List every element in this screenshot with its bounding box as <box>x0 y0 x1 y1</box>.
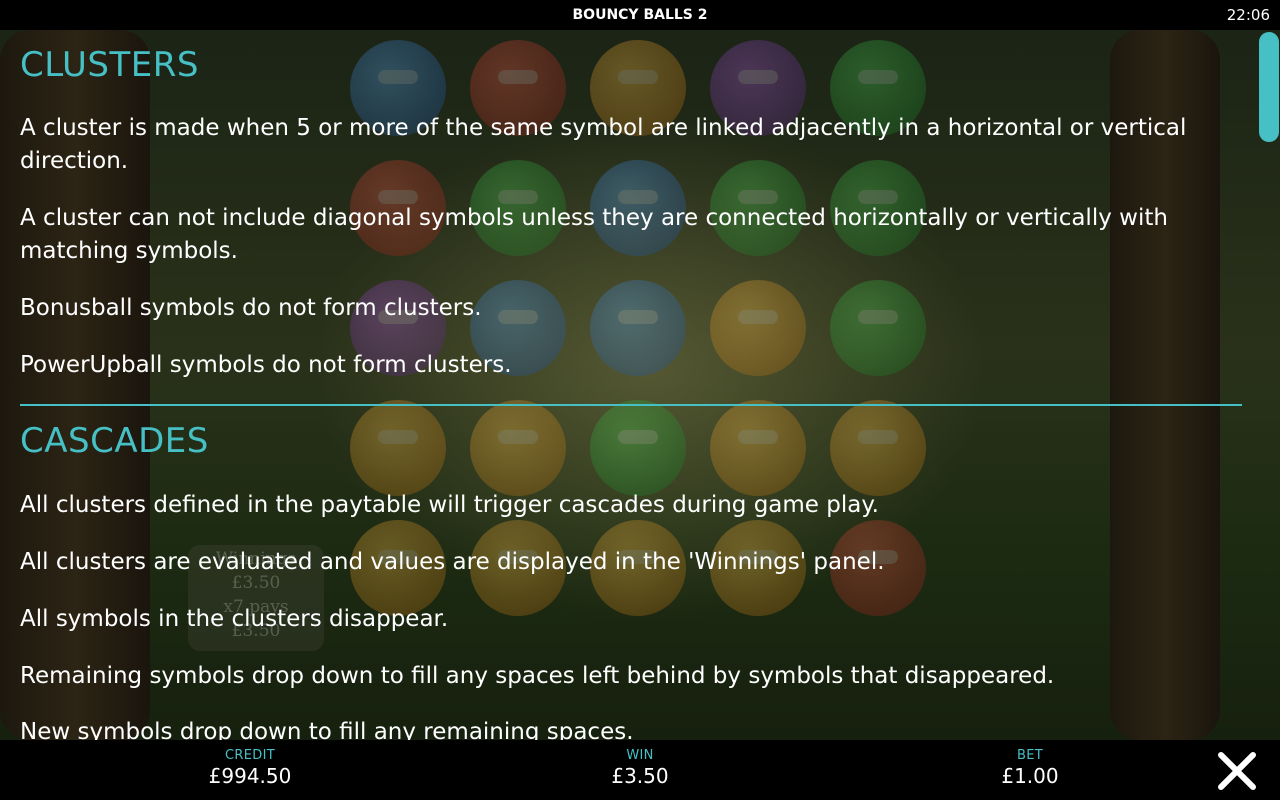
clock: 22:06 <box>1226 6 1270 24</box>
game-title: BOUNCY BALLS 2 <box>572 7 708 23</box>
cascades-paragraph: All clusters defined in the paytable wil… <box>20 492 879 518</box>
bottom-bar: CREDIT £994.50 WIN £3.50 BET £1.00 <box>0 740 1280 800</box>
cascades-paragraph: Remaining symbols drop down to fill any … <box>20 663 1055 689</box>
section-divider <box>20 404 1242 406</box>
clusters-paragraph: Bonusball symbols do not form clusters. <box>20 295 482 321</box>
game-help-screen: Winnings £3.50 x7 pays £3.50 BOUNCY BALL… <box>0 0 1280 800</box>
close-button[interactable] <box>1214 748 1260 794</box>
bet-value: £1.00 <box>1001 764 1059 788</box>
credit-label: CREDIT <box>225 748 275 763</box>
clusters-paragraph: A cluster can not include diagonal symbo… <box>20 205 1168 264</box>
close-icon <box>1218 752 1256 790</box>
clusters-heading: CLUSTERS <box>20 45 199 85</box>
clusters-paragraph: A cluster is made when 5 or more of the … <box>20 115 1187 174</box>
win-label: WIN <box>626 748 654 763</box>
cascades-paragraph: All symbols in the clusters disappear. <box>20 606 449 632</box>
top-bar: BOUNCY BALLS 2 22:06 <box>0 0 1280 30</box>
help-content[interactable]: CLUSTERS A cluster is made when 5 or mor… <box>20 30 1242 740</box>
credit-value: £994.50 <box>208 764 292 788</box>
credit-display: CREDIT £994.50 <box>150 748 350 788</box>
clusters-paragraph: PowerUpball symbols do not form clusters… <box>20 352 512 378</box>
win-display: WIN £3.50 <box>540 748 740 788</box>
bet-label: BET <box>1017 748 1043 763</box>
cascades-paragraph: All clusters are evaluated and values ar… <box>20 549 885 575</box>
win-value: £3.50 <box>611 764 669 788</box>
bet-display: BET £1.00 <box>930 748 1130 788</box>
cascades-heading: CASCADES <box>20 421 209 461</box>
scrollbar-thumb[interactable] <box>1259 32 1279 142</box>
cascades-paragraph: New symbols drop down to fill any remain… <box>20 719 634 740</box>
